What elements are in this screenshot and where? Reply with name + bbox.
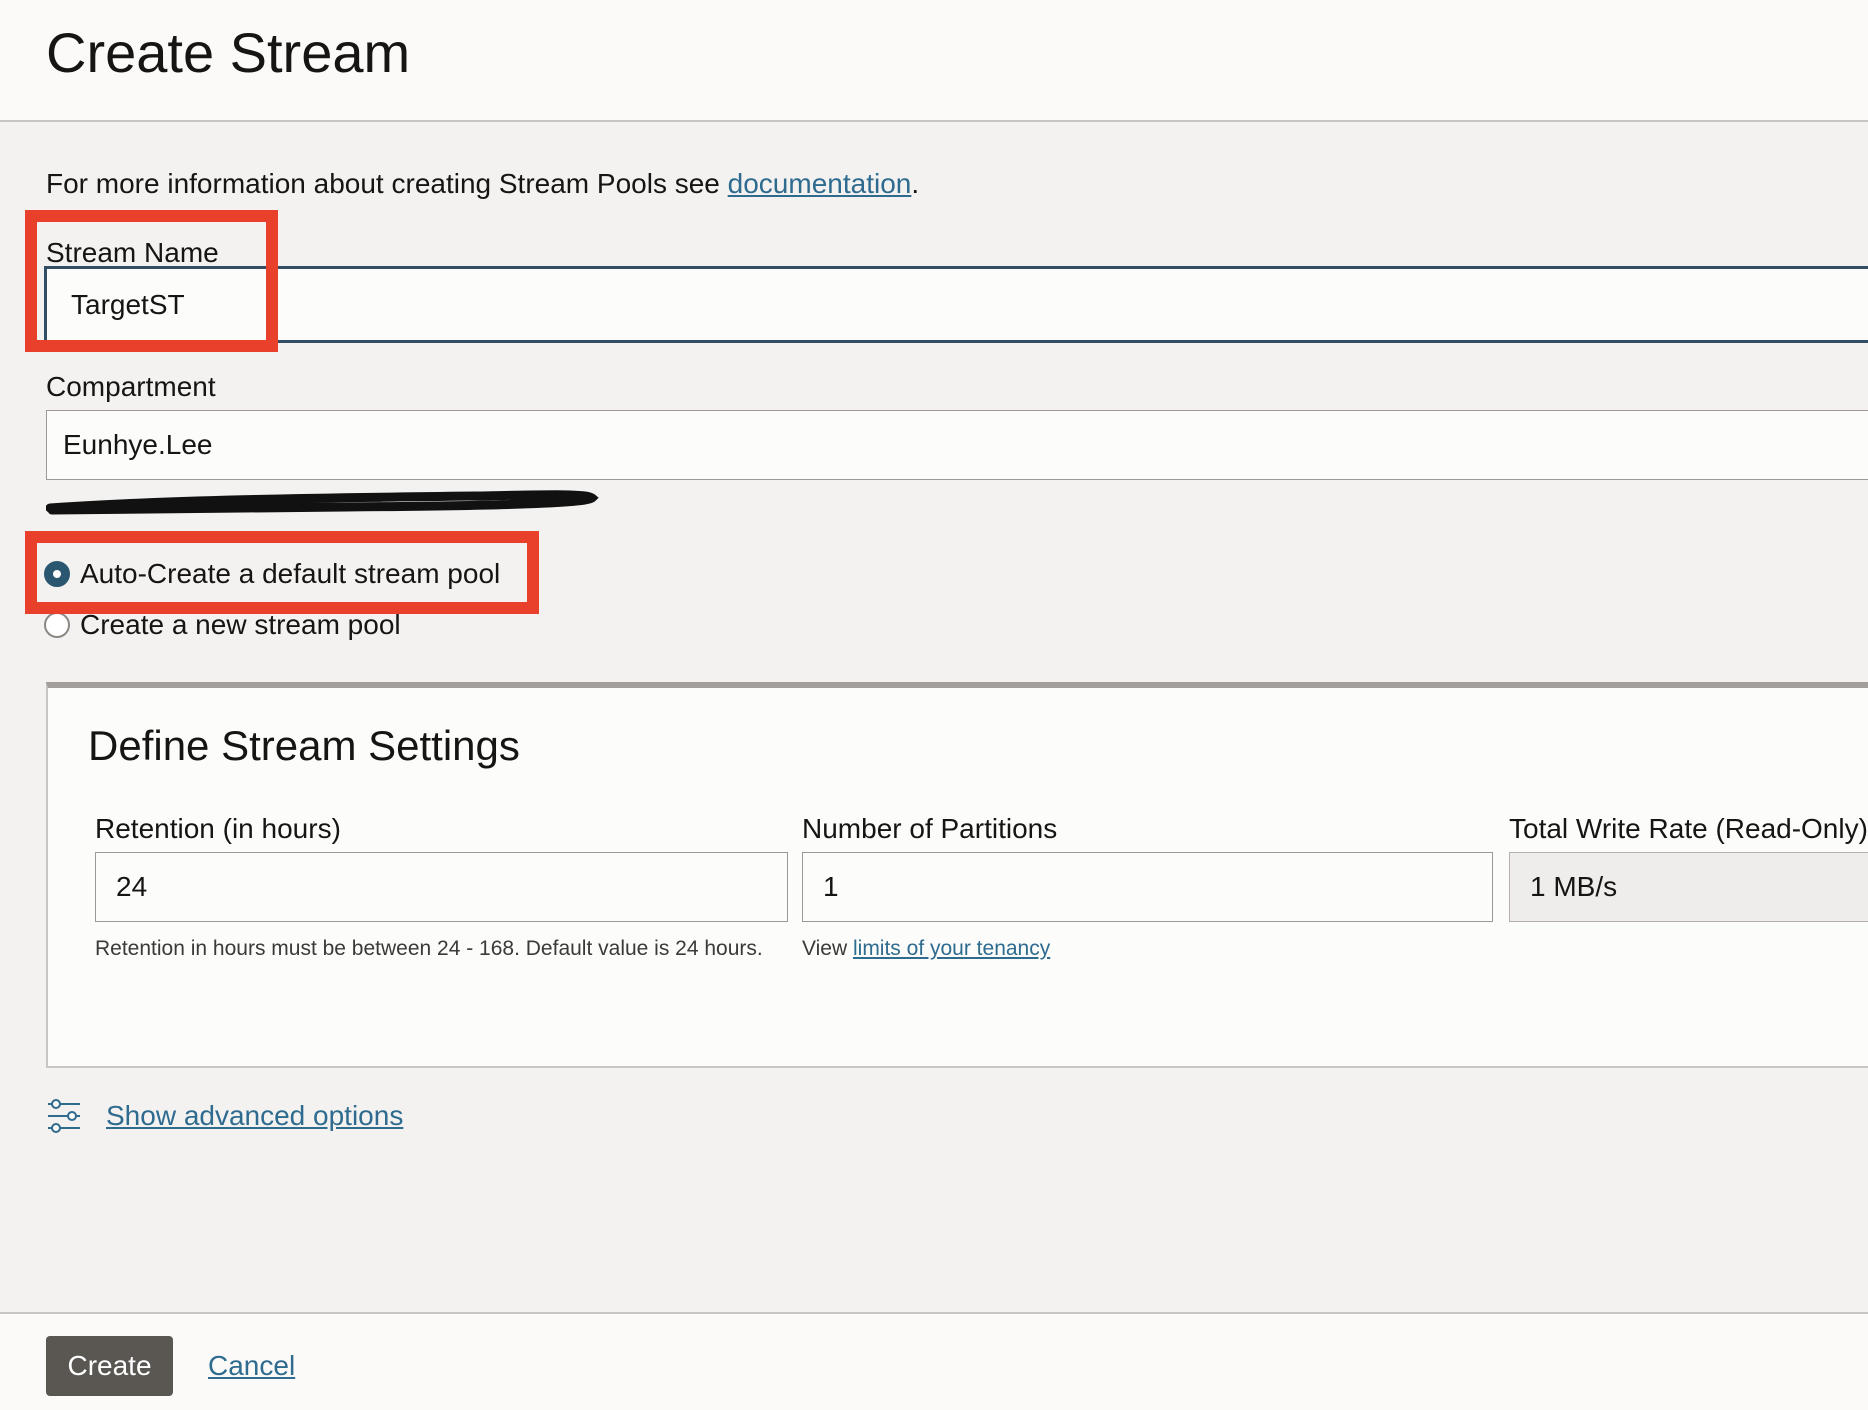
radio-create-new-pool[interactable]: Create a new stream pool	[44, 608, 401, 642]
retention-input[interactable]: 24	[95, 852, 788, 922]
partitions-input[interactable]: 1	[802, 852, 1493, 922]
tenancy-limits-link[interactable]: limits of your tenancy	[853, 937, 1050, 960]
radio-unchecked-icon	[44, 612, 70, 638]
radio-checked-icon	[44, 561, 70, 587]
radio-create-new-label: Create a new stream pool	[80, 609, 401, 640]
compartment-value: Eunhye.Lee	[63, 429, 213, 460]
redaction-scribble	[46, 490, 599, 515]
stream-name-input[interactable]: TargetST	[44, 266, 1868, 343]
radio-auto-create-pool[interactable]: Auto-Create a default stream pool	[44, 557, 500, 591]
page-header: Create Stream	[0, 0, 1868, 122]
stream-name-value: TargetST	[71, 288, 185, 320]
cancel-link[interactable]: Cancel	[208, 1348, 295, 1384]
radio-auto-create-label: Auto-Create a default stream pool	[80, 558, 501, 589]
page-title: Create Stream	[46, 21, 411, 84]
retention-value: 24	[116, 871, 148, 902]
write-rate-value: 1 MB/s	[1530, 871, 1618, 902]
compartment-select[interactable]: Eunhye.Lee	[46, 410, 1868, 480]
partitions-help: View limits of your tenancy	[802, 932, 1050, 966]
partitions-value: 1	[823, 871, 839, 902]
compartment-label: Compartment	[46, 371, 216, 402]
info-suffix: .	[911, 168, 920, 199]
sliders-icon	[48, 1099, 80, 1133]
show-advanced-options[interactable]: Show advanced options	[46, 1098, 403, 1134]
partitions-help-prefix: View	[802, 937, 853, 960]
retention-help: Retention in hours must be between 24 - …	[95, 937, 763, 960]
documentation-link[interactable]: documentation	[728, 168, 912, 199]
write-rate-label: Total Write Rate (Read-Only)	[1509, 813, 1868, 844]
info-text: For more information about creating Stre…	[46, 166, 919, 202]
stream-name-label: Stream Name	[46, 237, 219, 268]
retention-label: Retention (in hours)	[95, 813, 341, 844]
settings-title: Define Stream Settings	[88, 722, 520, 769]
write-rate-field: 1 MB/s	[1509, 852, 1868, 922]
info-prefix: For more information about creating Stre…	[46, 168, 728, 199]
partitions-label: Number of Partitions	[802, 813, 1058, 844]
show-advanced-link[interactable]: Show advanced options	[106, 1098, 403, 1134]
create-button[interactable]: Create	[46, 1336, 173, 1396]
